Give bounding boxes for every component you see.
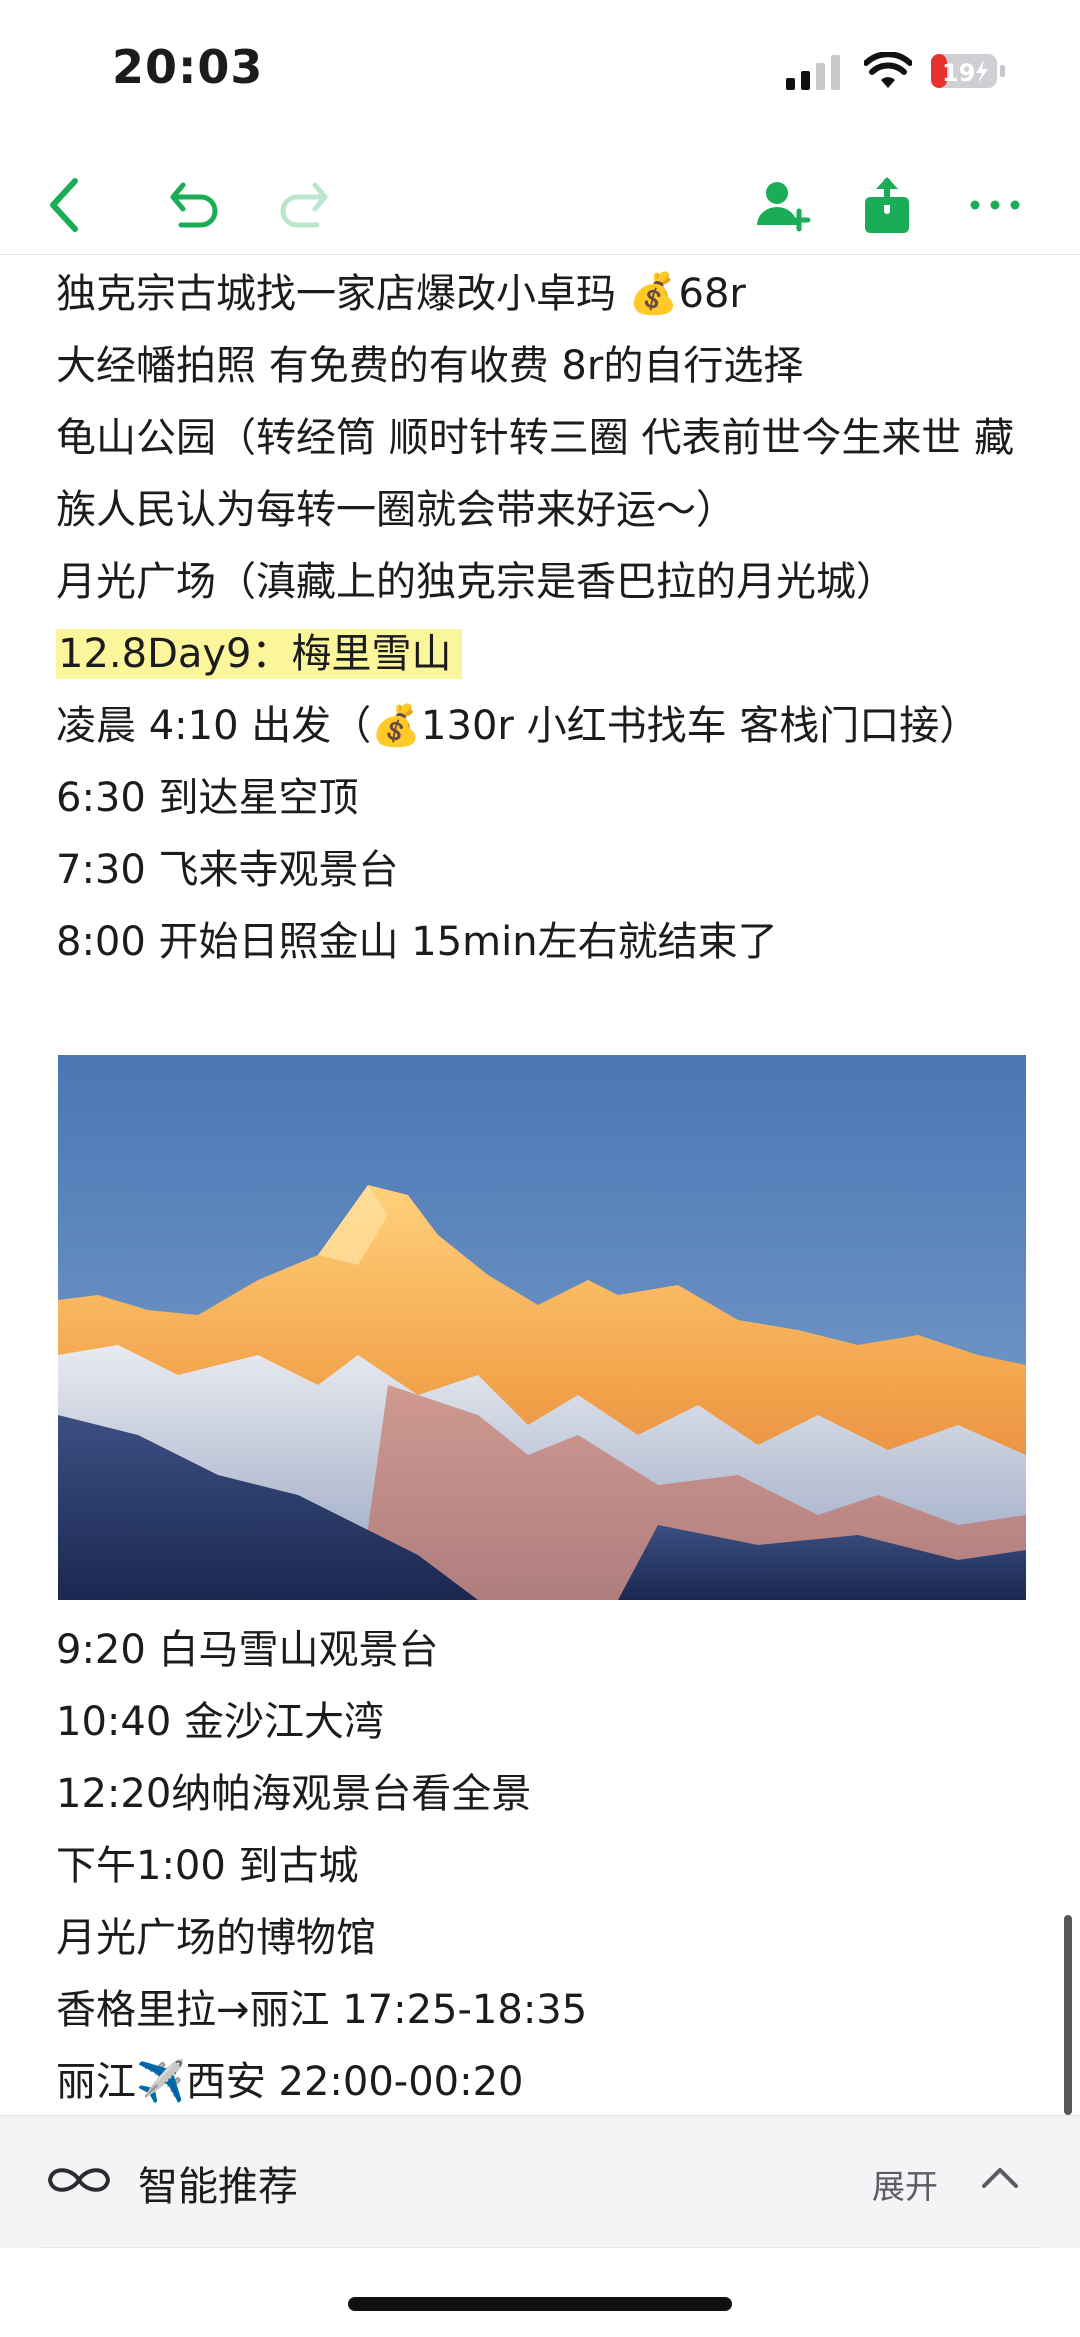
note-line: 丽江✈️西安 22:00-00:20	[56, 2059, 524, 2105]
day-heading-line: 12.8Day9：梅里雪山	[56, 618, 1026, 690]
note-line: 12:20纳帕海观景台看全景	[56, 1771, 532, 1817]
wifi-icon	[864, 52, 912, 88]
smart-recommend-bar[interactable]: 智能推荐 展开	[0, 2115, 1080, 2248]
chevron-up-icon[interactable]	[980, 2162, 1020, 2192]
battery-level: 19	[942, 59, 975, 87]
note-body-continued[interactable]: 9:20 白马雪山观景台 10:40 金沙江大湾 12:20纳帕海观景台看全景 …	[56, 1614, 1026, 2118]
scrollbar[interactable]	[1064, 1915, 1072, 2115]
status-time: 20:03	[112, 40, 264, 94]
note-line: 月光广场的博物馆	[56, 1915, 376, 1961]
redo-icon	[280, 182, 328, 228]
battery-indicator: 19	[930, 52, 1008, 90]
note-line: 龟山公园（转经筒 顺时针转三圈 代表前世今生来世 藏族人民认为每转一圈就会带来好…	[56, 415, 1015, 533]
share-icon	[865, 176, 909, 233]
meili-snow-mountain-photo[interactable]	[58, 1055, 1026, 1600]
expand-button[interactable]: 展开	[872, 2160, 938, 2208]
note-line: 8:00 开始日照金山 15min左右就结束了	[56, 919, 778, 965]
note-line: 大经幡拍照 有免费的有收费 8r的自行选择	[56, 343, 804, 389]
add-collaborator-icon	[757, 182, 811, 232]
day-heading: 12.8Day9：梅里雪山	[56, 629, 462, 679]
note-line: 9:20 白马雪山观景台	[56, 1627, 439, 1673]
add-collaborator-button[interactable]	[748, 170, 818, 240]
status-bar: 20:03 19	[0, 0, 1080, 140]
note-line: 下午1:00 到古城	[56, 1843, 359, 1889]
back-icon	[50, 178, 78, 232]
note-line: 独克宗古城找一家店爆改小卓玛 💰68r	[56, 271, 746, 317]
battery-icon: 19	[931, 54, 1005, 88]
undo-icon	[170, 182, 218, 228]
undo-button[interactable]	[160, 170, 230, 240]
note-line: 月光广场（滇藏上的独克宗是香巴拉的月光城）	[56, 559, 896, 605]
note-toolbar	[0, 150, 1080, 255]
redo-button[interactable]	[268, 170, 338, 240]
more-icon	[970, 200, 1020, 210]
note-line: 香格里拉→丽江 17:25-18:35	[56, 1987, 588, 2033]
back-button[interactable]	[30, 170, 100, 240]
note-line: 凌晨 4:10 出发（💰130r 小红书找车 客栈门口接）	[56, 703, 980, 749]
note-line: 10:40 金沙江大湾	[56, 1699, 384, 1745]
cellular-signal-icon	[786, 55, 840, 90]
note-line: 7:30 飞来寺观景台	[56, 847, 399, 893]
home-indicator[interactable]	[348, 2297, 732, 2311]
more-options-button[interactable]	[960, 170, 1030, 240]
smart-recommend-title: 智能推荐	[138, 2164, 298, 2210]
mountain-image	[58, 1055, 1026, 1600]
note-body[interactable]: 独克宗古城找一家店爆改小卓玛 💰68r 大经幡拍照 有免费的有收费 8r的自行选…	[56, 258, 1026, 978]
infinity-icon	[47, 2168, 111, 2192]
note-line: 6:30 到达星空顶	[56, 775, 359, 821]
divider	[40, 2247, 1040, 2248]
share-button[interactable]	[852, 170, 922, 240]
